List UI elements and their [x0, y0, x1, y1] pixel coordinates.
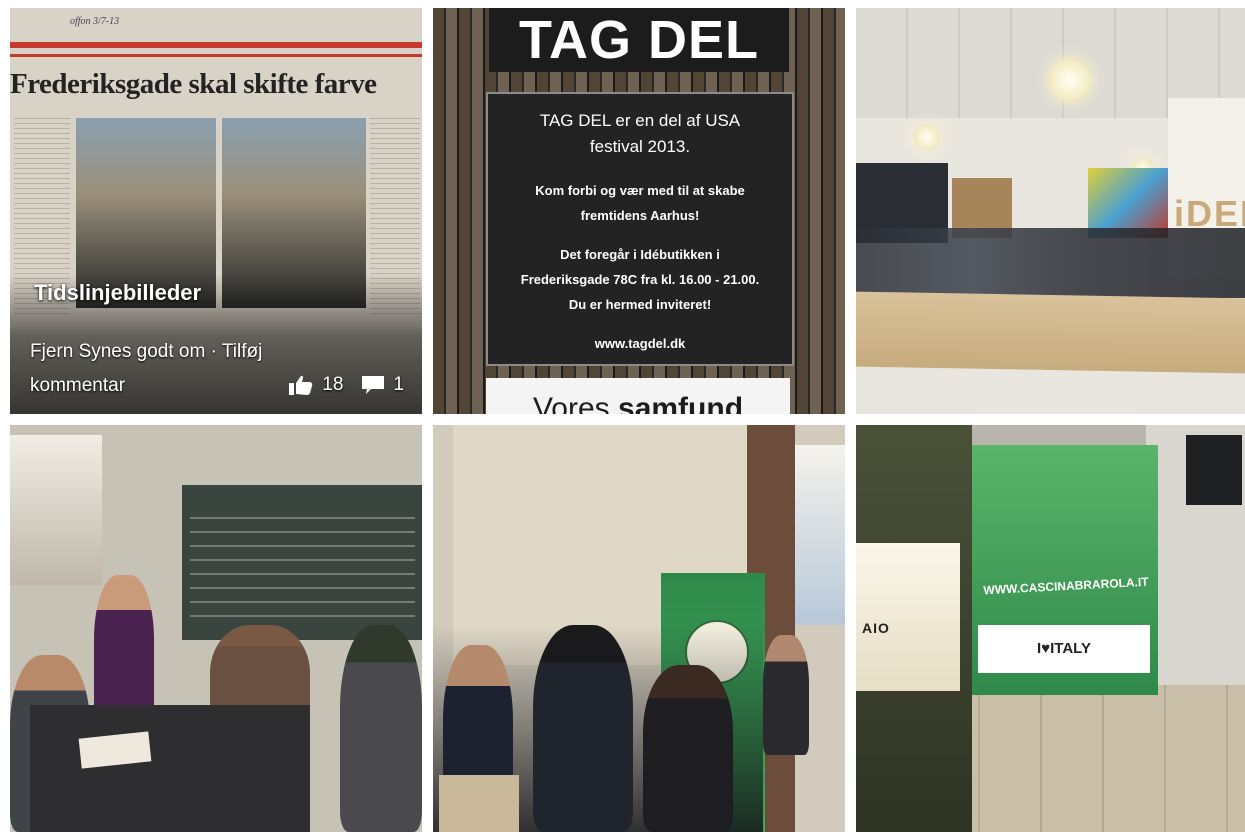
photo-tile-poster[interactable]: TAG DEL TAG DEL er en del af USA festiva… — [433, 8, 845, 414]
poster-footer-b: samfund — [618, 392, 744, 414]
person-seated — [340, 625, 422, 832]
poster-line: Det foregår i Idébutikken i — [560, 247, 720, 262]
poster-line: Kom forbi og vær med til at skabe — [535, 183, 745, 198]
window — [10, 435, 102, 585]
person — [763, 635, 809, 755]
wooden-table — [856, 291, 1245, 374]
photo-tile-workshop[interactable] — [10, 425, 422, 832]
photo-tile-newspaper[interactable]: offon 3/7-13 Frederiksgade skal skifte f… — [10, 8, 422, 414]
poster-line: TAG DEL er en del af USA — [539, 111, 741, 130]
ceiling-lamp — [1048, 58, 1092, 102]
person — [533, 625, 633, 832]
engagement-counts: 18 1 — [288, 374, 404, 396]
poster-header: TAG DEL — [489, 8, 789, 72]
shopping-bag — [856, 543, 960, 691]
album-actions: Fjern Synes godt om · Tilføj — [30, 341, 262, 363]
ceiling-lamp — [914, 124, 940, 150]
seated-people — [856, 228, 1245, 298]
album-title[interactable]: Tidslinjebilleder — [34, 280, 201, 306]
window — [795, 445, 845, 625]
comments-count: 1 — [393, 374, 404, 395]
add-comment-link[interactable]: Tilføj — [222, 341, 262, 362]
photo-tile-exhibition[interactable] — [433, 425, 845, 832]
person — [643, 665, 733, 832]
handwritten-note: offon 3/7-13 — [70, 16, 120, 27]
poster-footer: Vores samfund — [486, 378, 790, 414]
book-display — [439, 775, 519, 832]
photo-tile-room[interactable]: iDEB — [856, 8, 1245, 414]
chalk-writing — [190, 505, 415, 625]
poster-footer-a: Vores — [532, 392, 619, 414]
photo-tile-booth[interactable]: WWW.CASCINABRAROLA.IT I♥ITALY AIO — [856, 425, 1245, 832]
poster-line: Du er hermed inviteret! — [568, 297, 712, 312]
poster-text-box: TAG DEL er en del af USA festival 2013. … — [486, 92, 794, 366]
work-table — [30, 705, 310, 832]
monitor — [1186, 435, 1242, 505]
action-separator: · — [210, 341, 217, 362]
add-comment-link-cont[interactable]: kommentar — [30, 375, 125, 397]
newspaper-red-strip — [10, 42, 422, 48]
poster-line: festival 2013. — [589, 137, 691, 156]
likes-count: 18 — [322, 374, 344, 395]
thumbs-up-icon[interactable] — [288, 374, 314, 396]
newspaper-headline: Frederiksgade skal skifte farve — [10, 68, 377, 100]
poster-line: fremtidens Aarhus! — [580, 208, 700, 223]
poster-line: Frederiksgade 78C fra kl. 16.00 - 21.00. — [520, 272, 760, 287]
comment-icon[interactable] — [361, 374, 385, 396]
poster-url: www.tagdel.dk — [594, 336, 686, 351]
banner-logo: I♥ITALY — [978, 625, 1150, 673]
bag-text: AIO — [862, 620, 890, 636]
newspaper-red-strip-thin — [10, 54, 422, 57]
unlike-link[interactable]: Fjern Synes godt om — [30, 341, 205, 362]
